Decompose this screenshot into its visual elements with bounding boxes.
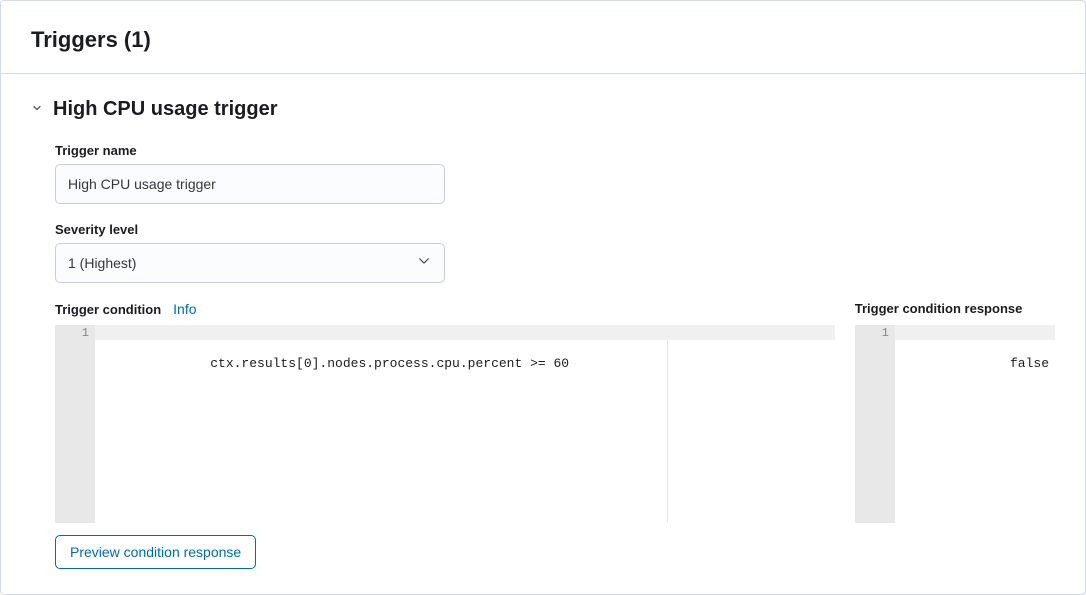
editor-gutter: 1 [855, 325, 895, 523]
preview-condition-response-button[interactable]: Preview condition response [55, 535, 256, 569]
trigger-condition-editor[interactable]: 1 ctx.results[0].nodes.process.cpu.perce… [55, 325, 835, 523]
trigger-condition-response-editor: 1 false [855, 325, 1055, 523]
triggers-panel-title: Triggers (1) [1, 21, 1085, 74]
condition-code-text: ctx.results[0].nodes.process.cpu.percent… [210, 356, 569, 371]
trigger-heading: High CPU usage trigger [53, 98, 277, 121]
trigger-name-input[interactable] [55, 164, 445, 204]
trigger-accordion-header[interactable]: High CPU usage trigger [31, 98, 1055, 121]
severity-level-select[interactable]: 1 (Highest) [55, 243, 445, 283]
chevron-down-icon [31, 101, 43, 119]
severity-level-label: Severity level [55, 222, 1055, 237]
editor-gutter: 1 [55, 325, 95, 523]
response-value-text: false [1010, 356, 1049, 371]
trigger-name-label: Trigger name [55, 143, 1055, 158]
trigger-condition-label: Trigger condition [55, 302, 161, 317]
trigger-condition-response-label: Trigger condition response [855, 301, 1023, 316]
info-link[interactable]: Info [173, 301, 196, 317]
